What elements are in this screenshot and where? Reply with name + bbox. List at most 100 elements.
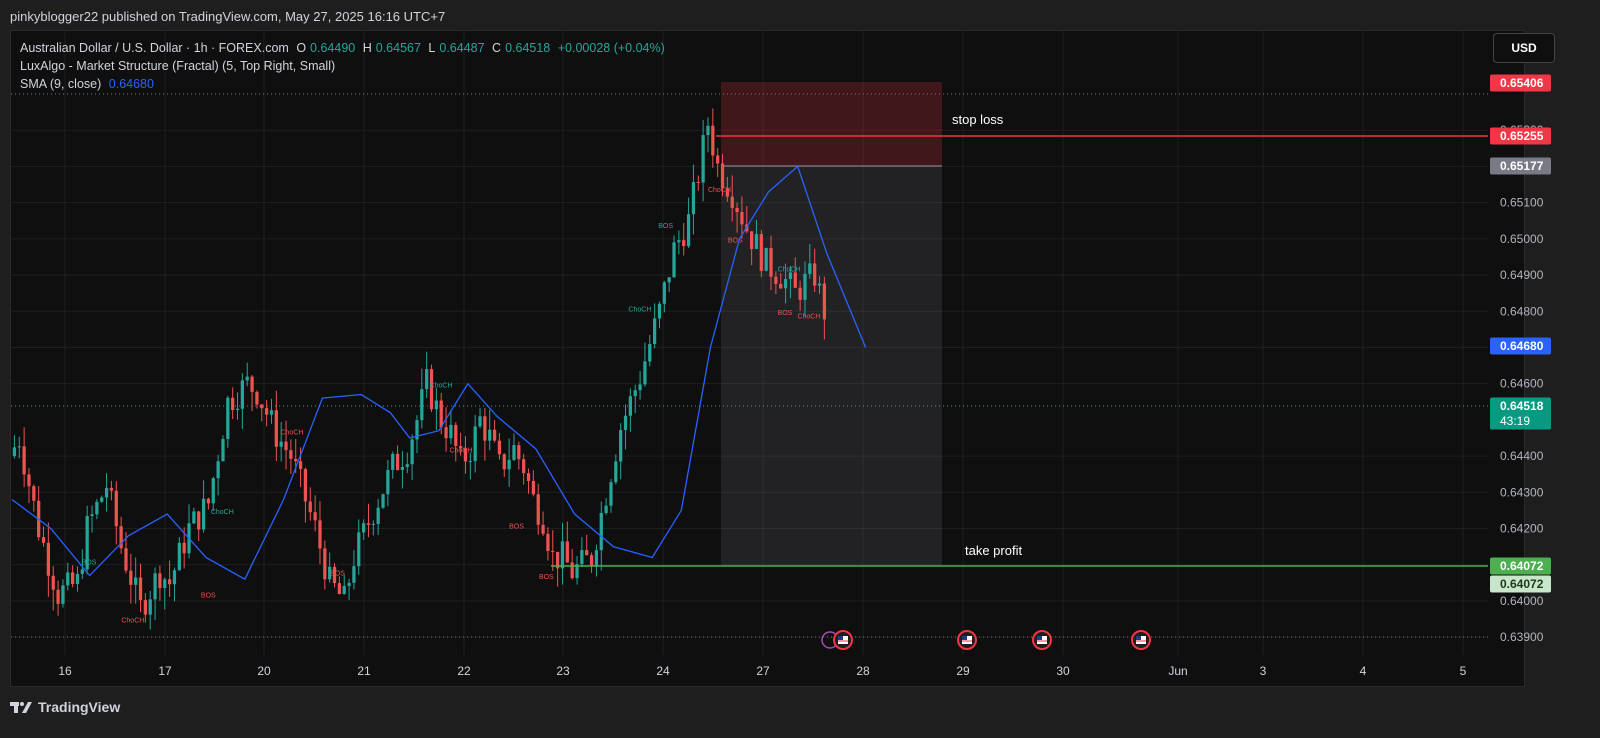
candle-body — [138, 577, 143, 601]
candle-body — [371, 523, 375, 525]
candle-body — [163, 579, 167, 589]
candle-body — [260, 404, 264, 409]
candle-body — [148, 599, 152, 615]
candle-body — [376, 507, 380, 524]
candle-body — [657, 303, 662, 319]
candle-body — [560, 541, 565, 569]
close-value: 0.64518 — [505, 41, 551, 55]
candle-body — [109, 487, 114, 491]
candle-body — [410, 439, 414, 465]
candle-body — [405, 464, 409, 468]
time-tick-label: 27 — [756, 664, 770, 678]
candle-body — [599, 512, 603, 551]
candle-body — [444, 427, 448, 439]
candle-body — [61, 585, 65, 604]
currency-button[interactable]: USD — [1493, 33, 1555, 63]
candle-body — [682, 240, 686, 247]
time-tick-label: 23 — [556, 664, 570, 678]
candle-body — [294, 458, 298, 462]
time-tick-label: 5 — [1460, 664, 1467, 678]
candle-body — [817, 283, 822, 286]
candle-body — [308, 501, 312, 513]
economic-events[interactable] — [821, 630, 1151, 650]
candle-body — [701, 135, 705, 183]
structure-label: BOS — [201, 592, 216, 599]
candle-body — [298, 461, 303, 470]
candle-body — [90, 514, 94, 516]
candle-body — [240, 380, 244, 409]
candle-body — [22, 446, 26, 475]
indicator-row-2[interactable]: SMA (9, close) 0.64680 — [20, 75, 669, 93]
candle-body — [565, 541, 569, 563]
candle-body — [764, 247, 768, 271]
candle-body — [609, 482, 613, 506]
symbol-row: Australian Dollar / U.S. Dollar · 1h · F… — [20, 39, 669, 57]
candle-body — [492, 429, 497, 441]
candle-body — [177, 542, 181, 571]
short-position-box[interactable] — [721, 82, 942, 566]
structure-label: ChoCH — [797, 313, 820, 320]
structure-label: BOS — [509, 524, 524, 531]
candle-body — [221, 438, 225, 462]
candle-body — [551, 550, 555, 552]
structure-label: ChoCH — [430, 382, 453, 389]
candle-body — [420, 389, 424, 421]
candle-body — [211, 478, 215, 504]
indicator-row-1[interactable]: LuxAlgo - Market Structure (Fractal) (5,… — [20, 57, 669, 75]
candle-body — [206, 498, 211, 504]
countdown-text: 43:19 — [1500, 414, 1530, 428]
price-tick-label: 0.64800 — [1500, 304, 1544, 318]
candle-body — [735, 207, 739, 213]
candle-body — [318, 520, 322, 549]
candle-body — [439, 400, 443, 428]
candle-body — [526, 473, 531, 481]
candle-body — [706, 125, 710, 136]
candle-body — [303, 469, 308, 502]
tradingview-wordmark: TradingView — [38, 699, 121, 715]
candle-body — [512, 445, 516, 460]
candle-body — [284, 441, 288, 451]
candle-body — [696, 182, 700, 184]
open-value: 0.64490 — [310, 41, 356, 55]
low-value: 0.64487 — [439, 41, 485, 55]
candle-body — [274, 410, 278, 447]
candle-body — [478, 416, 482, 427]
time-axis[interactable]: 16 17 20 21 22 23 24 27 28 29 30 Jun 3 4 5 — [58, 664, 1466, 678]
indicator-sma[interactable]: SMA (9, close) — [20, 77, 101, 91]
time-tick-label: 17 — [158, 664, 172, 678]
candle-body — [502, 454, 506, 470]
symbol-name[interactable]: Australian Dollar / U.S. Dollar · 1h · F… — [20, 41, 289, 55]
candle-body — [788, 272, 793, 280]
candle-body — [323, 548, 327, 580]
structure-label: ChoCH — [449, 447, 472, 454]
candle-body — [774, 276, 778, 284]
candle-body — [667, 277, 671, 283]
candle-body — [517, 445, 521, 460]
candle-body — [245, 376, 249, 381]
candle-body — [497, 440, 502, 455]
candle-body — [488, 429, 492, 441]
structure-label: ChoCH — [211, 509, 234, 516]
structure-label: BOS — [82, 560, 97, 567]
candle-body — [250, 376, 254, 392]
structure-label: ChoCH — [708, 187, 731, 194]
candle-body — [279, 441, 283, 447]
candle-body — [80, 569, 84, 574]
candle-body — [779, 283, 783, 289]
candle-body — [313, 512, 317, 521]
candle-body — [536, 494, 540, 525]
candle-body — [216, 461, 220, 479]
price-chart[interactable]: BOS ChoCH BOS ChoCH ChoCH BOS ChoCH ChoCH BOS BOS… — [0, 0, 1600, 738]
footer-brand[interactable]: TradingView — [10, 694, 120, 720]
price-axis[interactable]: 0.653000.652000.651000.650000.649000.648… — [1490, 74, 1551, 645]
candle-body — [798, 287, 802, 300]
time-tick-label: 30 — [1056, 664, 1070, 678]
indicator-luxalgo[interactable]: LuxAlgo - Market Structure (Fractal) (5,… — [20, 59, 335, 73]
candle-body — [803, 273, 807, 300]
candle-body — [56, 589, 60, 604]
candle-body — [473, 426, 477, 462]
price-tick-label: 0.64600 — [1500, 377, 1544, 391]
stop-loss-text: stop loss — [952, 112, 1004, 127]
price-tick-label: 0.64300 — [1500, 485, 1544, 499]
candle-body — [231, 397, 235, 410]
